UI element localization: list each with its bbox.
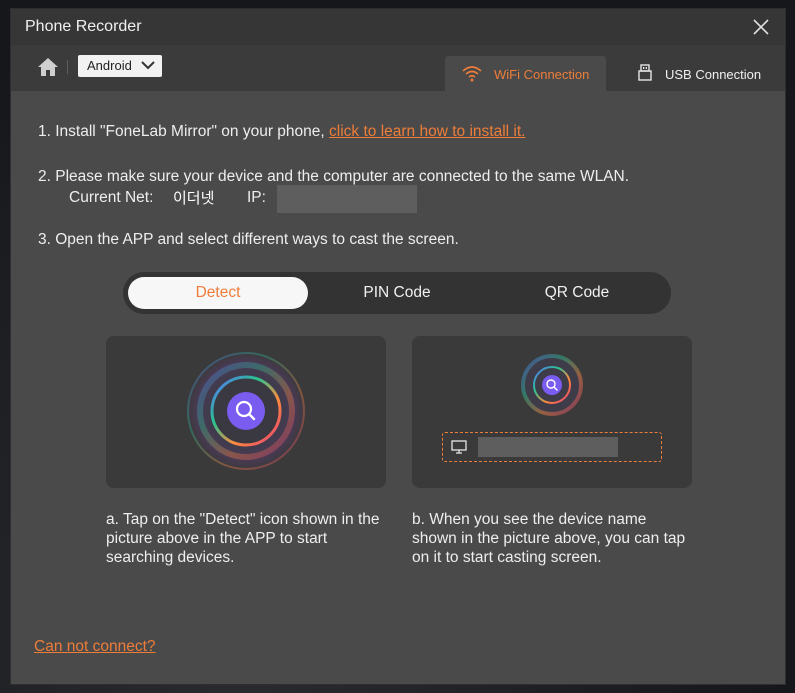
tab-wifi-connection[interactable]: WiFi Connection <box>445 56 606 91</box>
detect-radar-illustration <box>186 351 306 471</box>
current-net-row: Current Net: 이더넷 IP: <box>69 185 417 213</box>
title-bar: Phone Recorder <box>11 9 785 45</box>
step-1: 1. Install "FoneLab Mirror" on your phon… <box>38 123 525 141</box>
toolbar: Android WiFi Connection USB Connection <box>11 45 785 91</box>
os-select[interactable]: Android <box>78 55 162 77</box>
toolbar-divider <box>67 60 68 74</box>
phone-recorder-window: Phone Recorder Android WiFi Connection U… <box>10 8 786 685</box>
tab-usb-label: USB Connection <box>665 67 762 82</box>
ip-value-redacted <box>277 185 417 213</box>
os-select-value: Android <box>87 58 132 73</box>
tab-detect[interactable]: Detect <box>128 277 308 309</box>
tab-usb-connection[interactable]: USB Connection <box>629 56 769 91</box>
cast-method-selector: Detect PIN Code QR Code <box>123 272 671 314</box>
current-net-label: Current Net: <box>69 189 154 206</box>
tab-pin-code[interactable]: PIN Code <box>307 277 487 309</box>
device-list-item[interactable] <box>442 432 662 462</box>
usb-icon <box>638 64 652 81</box>
caption-device: b. When you see the device name shown in… <box>412 511 686 566</box>
wifi-icon <box>462 66 482 82</box>
caption-detect: a. Tap on the "Detect" icon shown in the… <box>106 511 380 566</box>
cannot-connect-link[interactable]: Can not connect? <box>34 638 156 656</box>
monitor-icon <box>451 440 467 454</box>
tab-wifi-label: WiFi Connection <box>494 67 590 82</box>
current-net-value: 이더넷 <box>173 190 215 207</box>
tab-qr-code[interactable]: QR Code <box>487 277 667 309</box>
close-icon[interactable] <box>751 17 771 37</box>
device-list-illustration-card <box>412 336 692 488</box>
step-3: 3. Open the APP and select different way… <box>38 231 459 248</box>
window-title: Phone Recorder <box>25 18 142 35</box>
ip-label: IP: <box>247 189 266 206</box>
small-radar-illustration <box>521 354 583 416</box>
home-icon[interactable] <box>37 57 59 77</box>
step-1-text: 1. Install "FoneLab Mirror" on your phon… <box>38 123 330 140</box>
step-2: 2. Please make sure your device and the … <box>38 168 630 185</box>
install-guide-link[interactable]: click to learn how to install it. <box>329 123 525 140</box>
device-name-redacted <box>478 437 618 457</box>
detect-illustration-card <box>106 336 386 488</box>
chevron-down-icon <box>141 61 155 70</box>
